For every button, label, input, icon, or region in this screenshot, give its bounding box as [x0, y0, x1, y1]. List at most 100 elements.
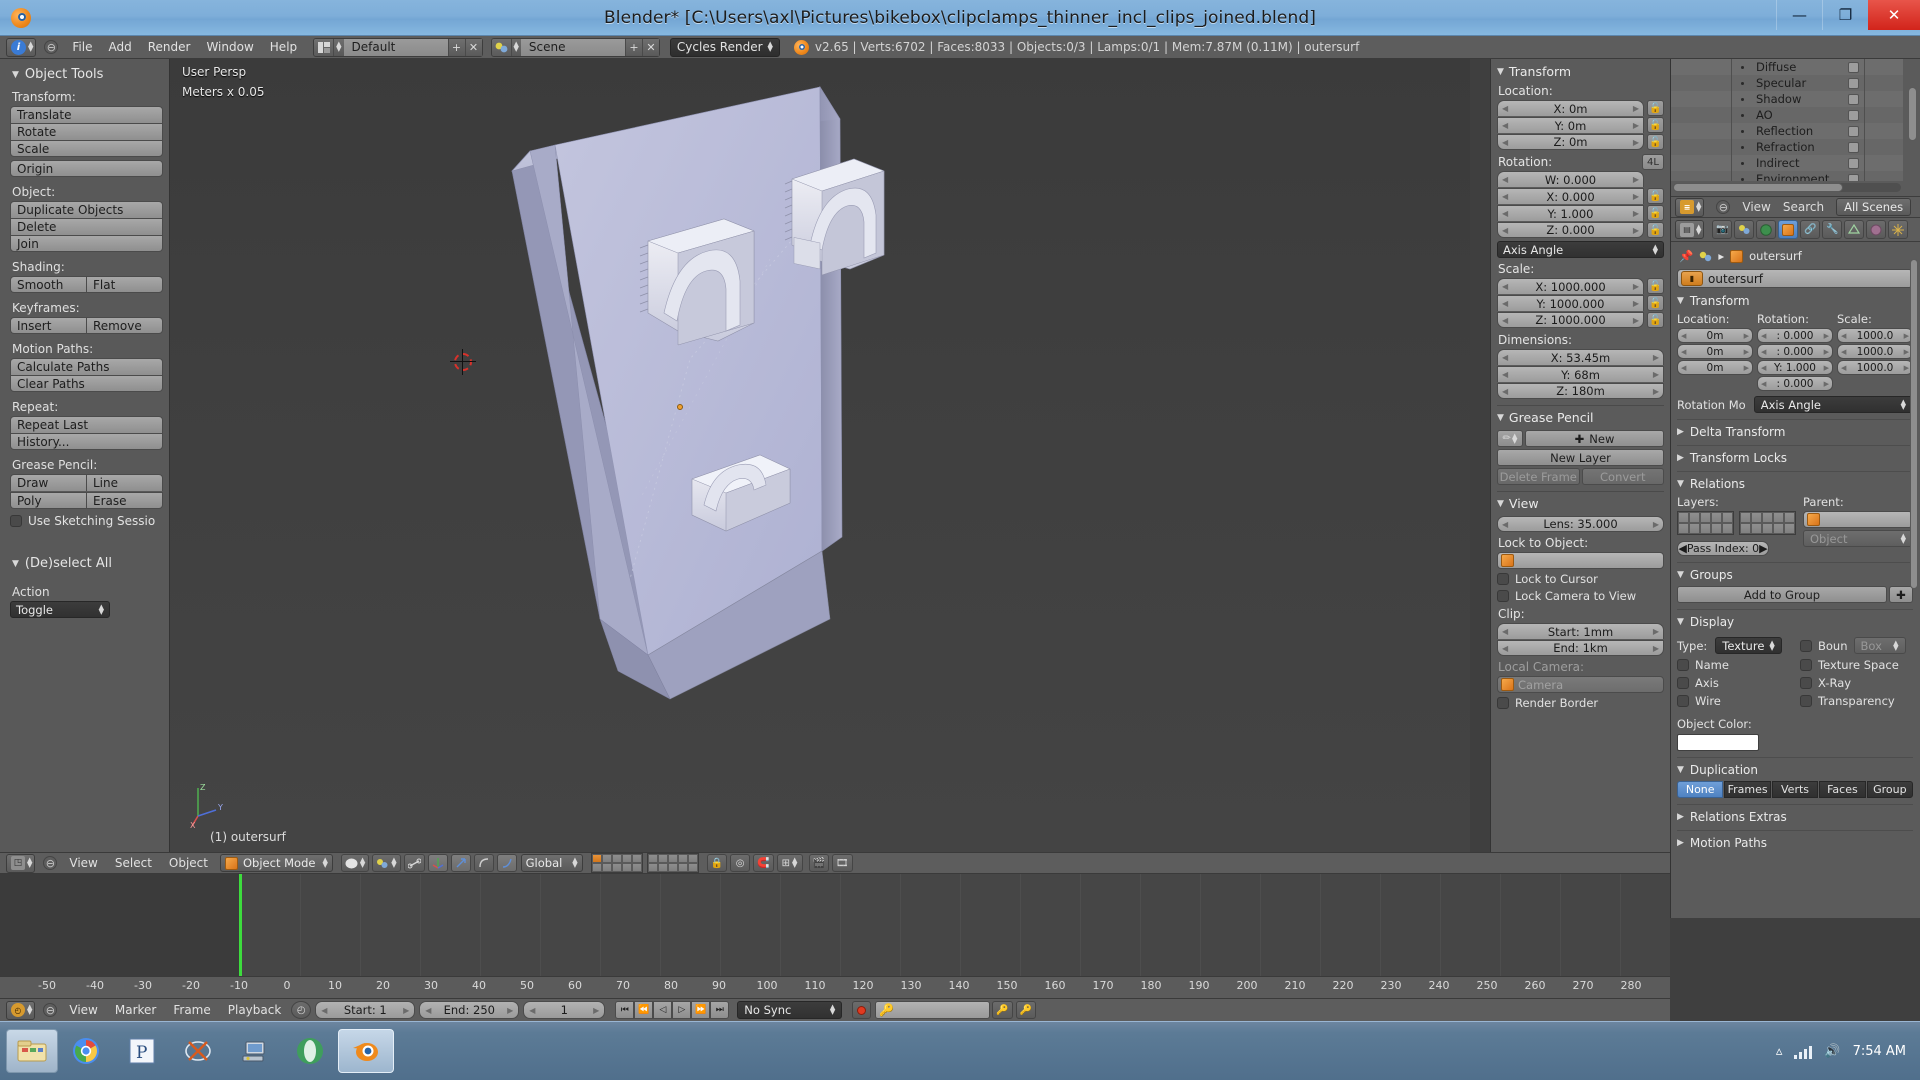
viewport-editor-type-selector[interactable]: ◳ ▲▼: [6, 854, 35, 873]
lock-location-z-icon[interactable]: 🔓: [1647, 134, 1664, 150]
checkbox-icon[interactable]: [1848, 110, 1859, 121]
display-transparency-checkbox[interactable]: Transparency: [1800, 694, 1913, 708]
viewport-menu-view[interactable]: View: [69, 856, 97, 870]
list-item[interactable]: AO: [1671, 107, 1903, 123]
current-frame-field[interactable]: ◀1▶: [523, 1001, 605, 1019]
network-signal-icon[interactable]: [1794, 1045, 1812, 1059]
display-name-checkbox[interactable]: Name: [1677, 658, 1790, 672]
minimize-button[interactable]: —: [1776, 0, 1822, 30]
groups-header[interactable]: ▼ Groups: [1677, 562, 1913, 582]
previous-keyframe-button[interactable]: ⏪: [634, 1001, 653, 1019]
render-engine-selector[interactable]: Cycles Render ▲▼: [670, 38, 780, 57]
snap-magnet-icon[interactable]: 🧲: [753, 854, 773, 872]
rotation-w-field[interactable]: ◀W: 0.000▶: [1497, 171, 1644, 187]
add-layout-button[interactable]: +: [448, 39, 465, 56]
relations-extras-header[interactable]: ▶ Relations Extras: [1677, 804, 1913, 824]
gp-new-layer-button[interactable]: New Layer: [1497, 449, 1664, 466]
shade-flat-button[interactable]: Flat: [86, 276, 163, 293]
properties-editor-type-selector[interactable]: ▤ ▲▼: [1675, 220, 1704, 239]
timeline-editor-type-selector[interactable]: ◴ ▲▼: [6, 1001, 35, 1020]
end-frame-field[interactable]: ◀End: 250▶: [419, 1001, 519, 1019]
join-button[interactable]: Join: [10, 235, 163, 252]
properties-scrollbar[interactable]: [1910, 259, 1918, 589]
duplication-group[interactable]: Group: [1867, 781, 1913, 798]
npanel-grease-pencil-header[interactable]: ▼ Grease Pencil: [1497, 410, 1664, 425]
lock-scale-y-icon[interactable]: 🔓: [1647, 295, 1664, 311]
prop-location-z[interactable]: ◀0m▶: [1677, 360, 1753, 375]
taskbar-item-xara[interactable]: [170, 1029, 226, 1073]
calculate-paths-button[interactable]: Calculate Paths: [10, 358, 163, 375]
render-border-checkbox[interactable]: Render Border: [1497, 696, 1664, 710]
dimension-y-field[interactable]: ◀Y: 68m▶: [1497, 366, 1664, 382]
start-frame-field[interactable]: ◀Start: 1▶: [315, 1001, 415, 1019]
lock-rotation-x-icon[interactable]: 🔓: [1647, 188, 1664, 204]
properties-rotation-mode-dropdown[interactable]: Axis Angle ▲▼: [1754, 396, 1913, 413]
gp-poly-button[interactable]: Poly: [10, 492, 86, 509]
tray-expand-icon[interactable]: ▵: [1776, 1044, 1783, 1059]
relations-header[interactable]: ▼ Relations: [1677, 471, 1913, 491]
play-reverse-button[interactable]: ◁: [653, 1001, 672, 1019]
scale-manipulator-button[interactable]: [474, 854, 494, 872]
taskbar-clock[interactable]: 7:54 AM: [1853, 1044, 1906, 1059]
timeline-menu-frame[interactable]: Frame: [173, 1003, 210, 1017]
collapse-menu-icon[interactable]: ⊖: [43, 856, 57, 870]
list-item[interactable]: Reflection: [1671, 123, 1903, 139]
render-preview-icon[interactable]: ◎: [730, 854, 750, 872]
viewport-menu-select[interactable]: Select: [115, 856, 152, 870]
taskbar-item-opera[interactable]: [282, 1029, 338, 1073]
clip-start-field[interactable]: ◀Start: 1mm▶: [1497, 623, 1664, 639]
checkbox-icon[interactable]: [1848, 78, 1859, 89]
lock-location-y-icon[interactable]: 🔓: [1647, 117, 1664, 133]
duplicate-objects-button[interactable]: Duplicate Objects: [10, 201, 163, 218]
collapse-menu-icon[interactable]: ⊖: [43, 1003, 57, 1017]
use-sketching-sessions-checkbox[interactable]: Use Sketching Sessio: [10, 514, 163, 528]
taskbar-item-network[interactable]: [226, 1029, 282, 1073]
checkbox-icon[interactable]: [1848, 62, 1859, 73]
timeline-ruler[interactable]: -50 -40 -30 -20 -10 0 10 20 30 40 50 60 …: [0, 976, 1670, 998]
timeline-menu-playback[interactable]: Playback: [228, 1003, 282, 1017]
scale-z-field[interactable]: ◀Z: 1000.000▶: [1497, 312, 1644, 328]
list-item[interactable]: Diffuse: [1671, 59, 1903, 75]
scene-selector[interactable]: ▲▼ Scene + ✕: [491, 38, 660, 57]
tab-scene[interactable]: [1734, 220, 1754, 239]
snap-element-selector[interactable]: ⊞▲▼: [777, 854, 803, 872]
lock-to-object-field[interactable]: [1497, 552, 1664, 569]
lock-scale-x-icon[interactable]: 🔓: [1647, 278, 1664, 294]
scale-x-field[interactable]: ◀X: 1000.000▶: [1497, 278, 1644, 294]
checkbox-icon[interactable]: [1848, 174, 1859, 182]
timeline-playhead[interactable]: [239, 874, 242, 976]
duplication-verts[interactable]: Verts: [1772, 781, 1818, 798]
display-axis-checkbox[interactable]: Axis: [1677, 676, 1790, 690]
checkbox-icon[interactable]: [1848, 126, 1859, 137]
lock-rotation-z-icon[interactable]: 🔓: [1647, 222, 1664, 238]
timeline-track[interactable]: [0, 874, 1670, 976]
manipulator-scale-button[interactable]: [497, 854, 517, 872]
tab-world[interactable]: [1756, 220, 1776, 239]
parent-field[interactable]: [1803, 511, 1913, 528]
display-xray-checkbox[interactable]: X-Ray: [1800, 676, 1913, 690]
rotation-mode-dropdown[interactable]: Axis Angle ▲▼: [1497, 241, 1664, 258]
remove-keyframe-button[interactable]: Remove: [86, 317, 163, 334]
clear-paths-button[interactable]: Clear Paths: [10, 375, 163, 392]
location-z-field[interactable]: ◀Z: 0m▶: [1497, 134, 1644, 150]
insert-keyframe-button[interactable]: Insert: [10, 317, 86, 334]
menu-help[interactable]: Help: [270, 40, 297, 54]
gp-line-button[interactable]: Line: [86, 474, 163, 491]
prop-scale-y[interactable]: ◀1000.0▶: [1837, 344, 1913, 359]
jump-to-end-button[interactable]: ⏭: [710, 1001, 729, 1019]
checkbox-icon[interactable]: [1848, 158, 1859, 169]
lock-rotation-all-button[interactable]: 4L: [1642, 154, 1664, 170]
viewport-menu-object[interactable]: Object: [169, 856, 208, 870]
taskbar-item-chrome[interactable]: [58, 1029, 114, 1073]
menu-window[interactable]: Window: [206, 40, 253, 54]
prop-scale-z[interactable]: ◀1000.0▶: [1837, 360, 1913, 375]
prop-location-y[interactable]: ◀0m▶: [1677, 344, 1753, 359]
list-item[interactable]: Specular: [1671, 75, 1903, 91]
rotation-x-field[interactable]: ◀X: 0.000▶: [1497, 188, 1644, 204]
collapse-menu-icon[interactable]: ⊖: [1716, 200, 1730, 214]
checkbox-icon[interactable]: [1848, 94, 1859, 105]
grease-pencil-icon[interactable]: ✏▲▼: [1497, 430, 1523, 447]
translate-manipulator-button[interactable]: [428, 854, 448, 872]
duplication-none[interactable]: None: [1677, 781, 1723, 798]
opengl-render-animation-icon[interactable]: 🎞: [832, 854, 853, 872]
